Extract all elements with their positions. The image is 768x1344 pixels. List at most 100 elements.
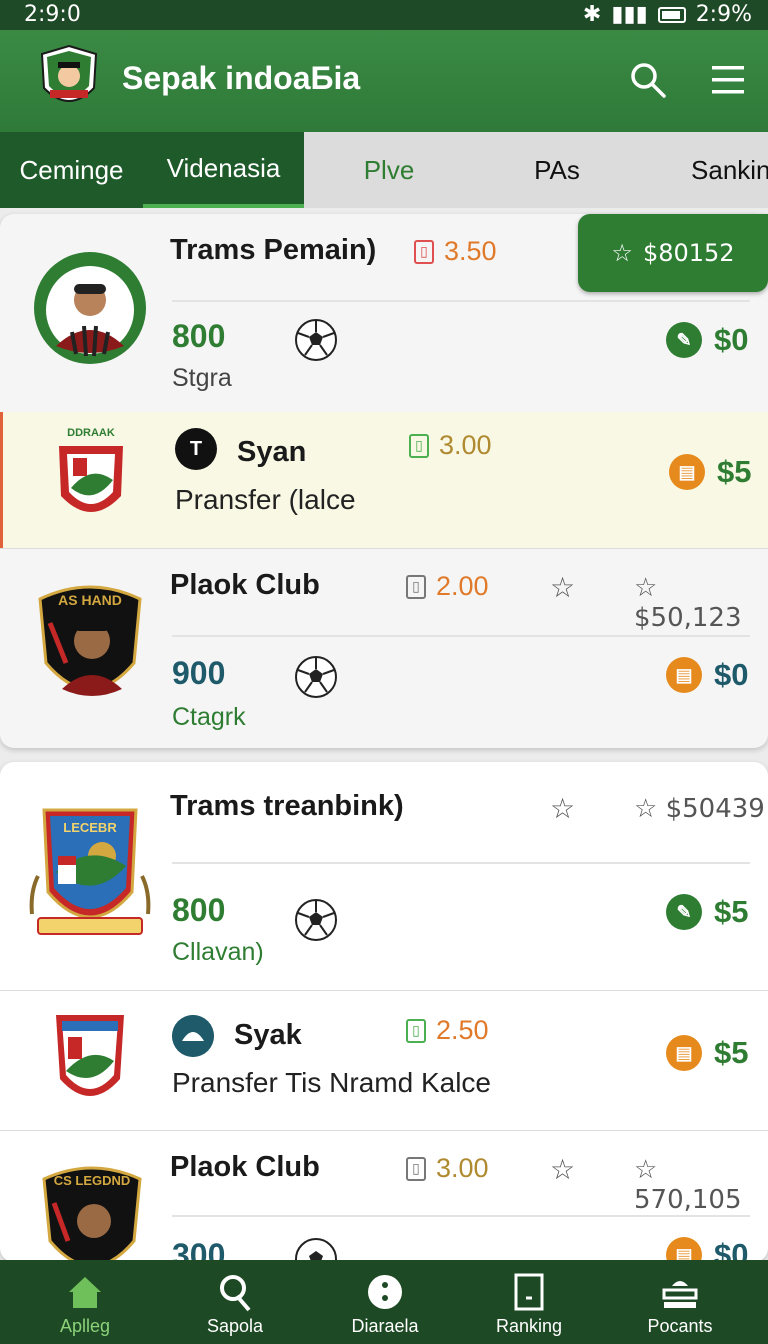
odds-icon: ▯ (414, 239, 434, 264)
nav-label: Diaraela (351, 1316, 419, 1336)
odds-icon: ▯ (409, 433, 429, 458)
soccer-ball-icon (295, 656, 337, 698)
tab-ceminge[interactable]: Cеminge (0, 132, 143, 208)
soccer-ball-icon (295, 899, 337, 941)
tab-videnasia[interactable]: Videnasia (143, 132, 304, 208)
odds-icon: ▯ (406, 1156, 426, 1181)
odds: ▯ 2.00 (406, 571, 489, 602)
list-item[interactable]: Syak ▯ 2.50 Pransfer Tis Nramd Kalce ▤ $… (0, 990, 768, 1130)
balance-value: $80152 (642, 239, 735, 267)
team-value: ☆ 570,105 (634, 1155, 742, 1215)
status-time: 2:9:0 (24, 2, 81, 27)
more-icon (368, 1275, 402, 1309)
nav-item-pocants[interactable]: Pocants (605, 1260, 755, 1344)
soccer-ball-icon (295, 1238, 337, 1262)
club-crest (56, 1015, 124, 1096)
bottom-nav: Aplleg Sapola Diaraela Ranking Pocants (0, 1260, 768, 1344)
wallet-icon: ▤ (669, 454, 705, 490)
team-value: ☆ $50439 (634, 794, 765, 824)
svg-text:LECEBR: LECEBR (63, 820, 117, 835)
nav-item-home[interactable]: Aplleg (10, 1260, 160, 1344)
nav-label: Ranking (495, 1316, 563, 1336)
star-icon: ☆ (611, 239, 633, 267)
team-position: Cllavan) (172, 938, 264, 966)
svg-text:CS LEGDND: CS LEGDND (54, 1173, 131, 1188)
price[interactable]: ▤ $0 (666, 657, 748, 693)
list-item[interactable]: LECEBR Trams treanbink) ☆ ☆ $50439 800 C… (0, 762, 768, 990)
list-item[interactable]: CS LEGDND Plaok Club ▯ 3.00 ☆ ☆ 570,105 … (0, 1130, 768, 1262)
player-value: ☆ $50,123 (634, 573, 742, 633)
player-name: Syan (237, 436, 307, 468)
odds-value: 3.00 (439, 430, 492, 460)
odds-value: 3.50 (444, 236, 497, 266)
list-item[interactable]: AS HAND Plaok Club ▯ 2.00 ☆ ☆ $50,123 90… (0, 548, 768, 748)
odds: ▯ 2.50 (406, 1015, 489, 1046)
player-position: Stgra (172, 364, 232, 392)
team-name: Syak (234, 1019, 302, 1051)
balance-badge[interactable]: ☆ $80152 (578, 214, 768, 292)
player-list-card: Trams Pemain) ▯ 3.50 800 Stgra ✎ $0 DDRA… (0, 214, 768, 748)
player-points: 800 (172, 318, 226, 354)
price[interactable]: ✎ $5 (666, 894, 748, 930)
price-value: $0 (714, 1237, 749, 1262)
svg-text:AS HAND: AS HAND (58, 592, 122, 608)
odds-value: 2.00 (436, 571, 489, 601)
list-item[interactable]: DDRAAK T Syan ▯ 3.00 Pransfer (lalce ▤ $… (0, 412, 768, 548)
points-icon (662, 1281, 698, 1308)
bluetooth-icon: ✱ (582, 2, 602, 27)
signal-icon: ▮▮▮ (611, 2, 648, 27)
battery-percent: 2:9% (695, 2, 752, 27)
price-value: $5 (717, 454, 752, 489)
tab-plve[interactable]: Plve (304, 132, 474, 208)
wallet-icon: ▤ (666, 657, 702, 693)
nav-item-search[interactable]: Sapola (160, 1260, 310, 1344)
status-icons: ✱ ▮▮▮ 2:9% (583, 2, 752, 27)
odds-value: 3.00 (436, 1153, 489, 1183)
wallet-icon: ✎ (666, 894, 702, 930)
price-value: $5 (714, 1035, 749, 1070)
divider (172, 1215, 750, 1217)
team-points: 300 (172, 1237, 226, 1262)
nav-item-diaraela[interactable]: Diaraela (310, 1260, 460, 1344)
search-nav-icon (220, 1275, 251, 1312)
wallet-icon: ✎ (666, 322, 702, 358)
search-icon[interactable] (628, 60, 668, 100)
player-value-text: $50,123 (634, 603, 742, 633)
price-value: $5 (714, 894, 749, 929)
team-value-text: $50439 (665, 794, 765, 824)
price[interactable]: ▤ $5 (669, 454, 751, 490)
tab-pas[interactable]: PAs (474, 132, 640, 208)
odds-value: 2.50 (436, 1015, 489, 1045)
app-title: Sepak indoaБia (122, 60, 361, 96)
nav-item-ranking[interactable]: Ranking (454, 1260, 604, 1344)
team-icon (172, 1015, 214, 1057)
nav-label: Pocants (647, 1316, 713, 1336)
odds: ▯ 3.00 (406, 1153, 489, 1184)
player-avatar (34, 252, 146, 364)
team-icon: T (175, 428, 217, 470)
star-icon[interactable]: ☆ (550, 792, 575, 825)
star-icon[interactable]: ☆ (550, 1153, 575, 1186)
club-crest: AS HAND (38, 585, 142, 696)
ranking-icon (514, 1273, 544, 1311)
transfer-text: Pransfer Tis Nramd Kalce (172, 1067, 491, 1098)
price[interactable]: ▤ $0 (666, 1237, 748, 1262)
battery-icon (657, 6, 686, 23)
club-crest: CS LEGDND (42, 1166, 142, 1262)
svg-text:DDRAAK: DDRAAK (67, 427, 115, 439)
transfer-text: Pransfer (lalce (175, 484, 356, 515)
star-icon[interactable]: ☆ (550, 571, 575, 604)
menu-icon[interactable] (708, 62, 748, 98)
club-crest: LECEBR (29, 808, 151, 935)
tab-sanking[interactable]: Sanking (640, 132, 768, 208)
odds-icon: ▯ (406, 1018, 426, 1043)
odds-icon: ▯ (406, 574, 426, 599)
team-name: Plaok Club (170, 1151, 320, 1183)
price[interactable]: ▤ $5 (666, 1035, 748, 1071)
price-value: $0 (714, 322, 749, 357)
divider (172, 300, 750, 302)
price[interactable]: ✎ $0 (666, 322, 748, 358)
wallet-icon: ▤ (666, 1035, 702, 1071)
player-points: 900 (172, 655, 226, 691)
status-bar: 2:9:0 ✱ ▮▮▮ 2:9% (0, 0, 768, 30)
